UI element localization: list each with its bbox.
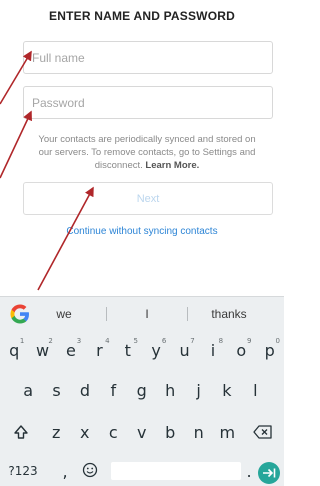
key-n[interactable]: n <box>185 417 214 447</box>
letter-keys: zxcvbnm <box>42 417 242 447</box>
key-i[interactable]: i8 <box>199 335 227 365</box>
learn-more-link[interactable]: Learn More. <box>145 160 199 171</box>
key-label: y <box>151 340 161 360</box>
period-key[interactable]: . <box>243 459 255 483</box>
sync-info-text: Your contacts are periodically synced an… <box>32 133 262 172</box>
key-a[interactable]: a <box>14 375 42 405</box>
screen: ENTER NAME AND PASSWORD Your contacts ar… <box>0 0 284 486</box>
key-hint: 0 <box>275 337 280 345</box>
key-hint: 4 <box>105 337 110 345</box>
key-d[interactable]: d <box>71 375 99 405</box>
key-q[interactable]: q1 <box>0 335 28 365</box>
key-row-1: q1w2e3r4t5y6u7i8o9p0 <box>0 335 284 365</box>
page-title: ENTER NAME AND PASSWORD <box>49 9 235 23</box>
key-r[interactable]: r4 <box>85 335 113 365</box>
key-hint: 5 <box>133 337 138 345</box>
key-t[interactable]: t5 <box>114 335 142 365</box>
key-g[interactable]: g <box>128 375 156 405</box>
key-e[interactable]: e3 <box>57 335 85 365</box>
annotation-arrow <box>0 110 32 179</box>
key-hint: 8 <box>218 337 224 345</box>
key-label: w <box>36 340 50 360</box>
key-label: p <box>264 340 275 360</box>
tab-arrow-icon <box>263 468 276 478</box>
key-x[interactable]: x <box>71 417 100 447</box>
shift-key[interactable] <box>0 417 42 447</box>
key-hint: 9 <box>247 337 252 345</box>
symbols-key[interactable]: ?123 <box>4 459 42 483</box>
key-hint: 3 <box>76 337 82 345</box>
comma-key[interactable]: , <box>56 459 74 483</box>
key-v[interactable]: v <box>128 417 157 447</box>
key-j[interactable]: j <box>184 375 212 405</box>
key-label: e <box>66 340 76 360</box>
emoji-key[interactable] <box>79 457 101 483</box>
key-b[interactable]: b <box>156 417 185 447</box>
key-hint: 6 <box>161 337 167 345</box>
password-input[interactable] <box>24 87 272 118</box>
key-z[interactable]: z <box>42 417 71 447</box>
key-p[interactable]: p0 <box>256 335 284 365</box>
key-h[interactable]: h <box>156 375 184 405</box>
key-label: t <box>124 340 131 360</box>
continue-without-syncing-link[interactable]: Continue without syncing contacts <box>0 226 284 237</box>
key-f[interactable]: f <box>99 375 127 405</box>
key-row-2: asdfghjkl <box>0 375 284 405</box>
suggestion-strip: we I thanks <box>0 297 284 331</box>
space-bar[interactable] <box>111 462 241 480</box>
key-row-3: zxcvbnm <box>0 417 284 447</box>
suggestion-1[interactable]: we <box>38 307 90 321</box>
backspace-icon <box>253 425 272 439</box>
key-hint: 7 <box>190 337 195 345</box>
key-label: o <box>236 340 247 360</box>
key-k[interactable]: k <box>213 375 241 405</box>
key-o[interactable]: o9 <box>227 335 255 365</box>
key-c[interactable]: c <box>99 417 128 447</box>
key-l[interactable]: l <box>241 375 269 405</box>
backspace-key[interactable] <box>242 417 284 447</box>
emoji-icon <box>82 462 98 478</box>
key-u[interactable]: u7 <box>170 335 198 365</box>
soft-keyboard: we I thanks q1w2e3r4t5y6u7i8o9p0 asdfghj… <box>0 296 284 486</box>
key-w[interactable]: w2 <box>28 335 56 365</box>
full-name-input[interactable] <box>24 42 272 73</box>
password-field[interactable] <box>23 86 273 119</box>
key-s[interactable]: s <box>42 375 70 405</box>
key-label: r <box>96 340 103 360</box>
shift-icon <box>14 425 28 439</box>
next-button[interactable]: Next <box>23 182 273 215</box>
key-label: q <box>9 340 20 360</box>
full-name-field[interactable] <box>23 41 273 74</box>
key-label: u <box>179 340 190 360</box>
suggestion-2[interactable]: I <box>107 307 187 321</box>
key-hint: 2 <box>48 337 53 345</box>
google-icon[interactable] <box>8 302 32 326</box>
key-y[interactable]: y6 <box>142 335 170 365</box>
suggestion-3[interactable]: thanks <box>188 307 270 321</box>
next-field-key[interactable] <box>258 462 280 484</box>
key-m[interactable]: m <box>213 417 242 447</box>
key-label: i <box>210 340 216 360</box>
key-hint: 1 <box>19 337 25 345</box>
